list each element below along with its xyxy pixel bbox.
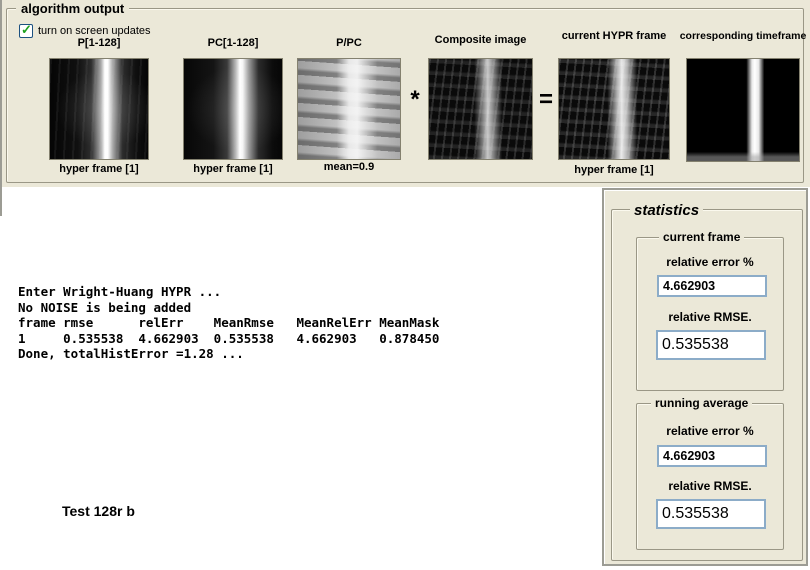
current-relative-error-field[interactable]	[657, 275, 767, 297]
running-relative-rmse-field[interactable]	[656, 499, 766, 529]
label-pc: PC[1-128]	[183, 37, 283, 49]
statistics-title: statistics	[630, 202, 703, 219]
current-relative-rmse-field[interactable]	[656, 330, 766, 360]
screen-updates-label: turn on screen updates	[38, 25, 151, 37]
label-corresponding-timeframe: corresponding timeframe	[676, 30, 810, 42]
image-pc	[183, 58, 283, 160]
image-composite	[428, 58, 533, 160]
caption-hyper-frame-1: hyper frame [1]	[49, 163, 149, 175]
screen-updates-row: ✓ turn on screen updates	[19, 23, 151, 38]
screen: algorithm output ✓ turn on screen update…	[0, 0, 810, 570]
algorithm-output-title: algorithm output	[16, 1, 129, 16]
current-frame-groupbox: current frame relative error % relative …	[636, 237, 784, 391]
caption-hyper-frame-2: hyper frame [1]	[183, 163, 283, 175]
image-corresponding-timeframe	[686, 58, 800, 162]
label-p: P[1-128]	[49, 37, 149, 49]
image-p	[49, 58, 149, 160]
running-relative-error-label: relative error %	[637, 424, 783, 438]
current-frame-title: current frame	[659, 230, 744, 244]
current-relative-rmse-label: relative RMSE.	[637, 310, 783, 324]
equals-operator: =	[533, 86, 559, 114]
image-current-hypr-frame	[558, 58, 670, 160]
current-relative-error-label: relative error %	[637, 255, 783, 269]
console-output: Enter Wright-Huang HYPR ... No NOISE is …	[18, 284, 439, 362]
running-average-groupbox: running average relative error % relativ…	[636, 403, 784, 550]
running-average-title: running average	[651, 396, 752, 410]
checkmark-icon: ✓	[21, 22, 32, 38]
caption-mean: mean=0.9	[297, 161, 401, 173]
statistics-panel: statistics current frame relative error …	[602, 188, 808, 566]
multiply-operator: *	[402, 86, 428, 114]
label-p-over-pc: P/PC	[297, 37, 401, 49]
container-left-edge	[0, 0, 2, 216]
screen-updates-checkbox[interactable]: ✓	[19, 24, 33, 38]
label-current-hypr: current HYPR frame	[548, 30, 680, 42]
running-relative-error-field[interactable]	[657, 445, 767, 467]
test-annotation: Test 128r b	[62, 503, 135, 519]
image-p-over-pc	[297, 58, 401, 160]
label-composite: Composite image	[428, 34, 533, 46]
running-relative-rmse-label: relative RMSE.	[637, 479, 783, 493]
caption-hyper-frame-5: hyper frame [1]	[548, 164, 680, 176]
statistics-groupbox: statistics current frame relative error …	[611, 209, 803, 561]
